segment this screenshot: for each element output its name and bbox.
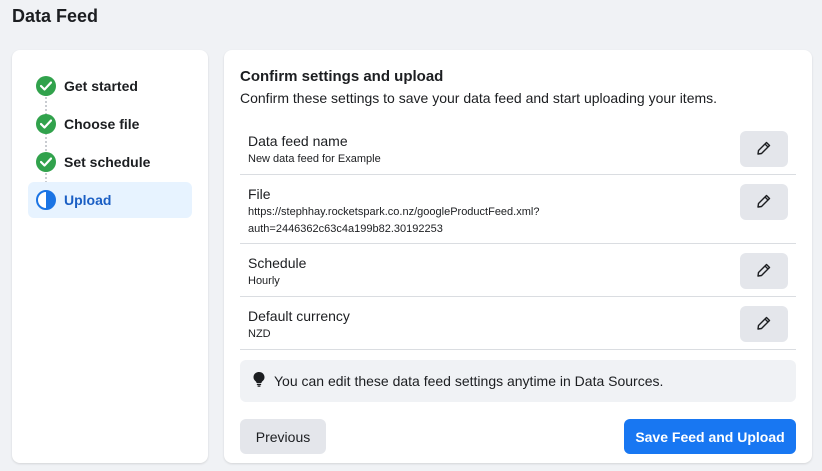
step-set-schedule[interactable]: Set schedule bbox=[28, 144, 192, 180]
lightbulb-icon bbox=[252, 371, 266, 392]
check-circle-icon bbox=[36, 152, 56, 172]
setting-label: Data feed name bbox=[248, 133, 348, 149]
info-text: You can edit these data feed settings an… bbox=[274, 373, 664, 389]
setting-row-schedule: Schedule Hourly bbox=[240, 244, 796, 297]
section-title: Confirm settings and upload bbox=[240, 68, 444, 85]
step-choose-file[interactable]: Choose file bbox=[28, 106, 192, 142]
setting-value: New data feed for Example bbox=[248, 153, 381, 165]
settings-list: Data feed name New data feed for Example… bbox=[240, 122, 796, 350]
stepper-panel: Get started Choose file Set schedule Upl… bbox=[12, 50, 208, 463]
pencil-icon bbox=[756, 262, 772, 281]
edit-schedule-button[interactable] bbox=[740, 253, 788, 289]
step-label: Get started bbox=[64, 78, 138, 94]
half-circle-icon bbox=[36, 190, 56, 210]
setting-value-line: https://stephhay.rocketspark.co.nz/googl… bbox=[248, 206, 540, 218]
setting-row-feed-name: Data feed name New data feed for Example bbox=[240, 122, 796, 175]
save-feed-button[interactable]: Save Feed and Upload bbox=[624, 419, 796, 454]
stepper: Get started Choose file Set schedule Upl… bbox=[28, 68, 192, 220]
previous-button[interactable]: Previous bbox=[240, 419, 326, 454]
step-label: Set schedule bbox=[64, 154, 151, 170]
edit-feed-name-button[interactable] bbox=[740, 131, 788, 167]
edit-currency-button[interactable] bbox=[740, 306, 788, 342]
step-upload[interactable]: Upload bbox=[28, 182, 192, 218]
info-banner: You can edit these data feed settings an… bbox=[240, 360, 796, 402]
page-title: Data Feed bbox=[12, 6, 99, 26]
pencil-icon bbox=[756, 315, 772, 334]
section-subtitle: Confirm these settings to save your data… bbox=[240, 90, 718, 106]
setting-value-line: auth=2446362c63c4a199b82.30192253 bbox=[248, 223, 443, 235]
confirm-panel: Confirm settings and upload Confirm thes… bbox=[224, 50, 812, 463]
setting-row-file: File https://stephhay.rocketspark.co.nz/… bbox=[240, 175, 796, 244]
pencil-icon bbox=[756, 140, 772, 159]
step-label: Choose file bbox=[64, 116, 140, 132]
setting-value: NZD bbox=[248, 328, 271, 340]
step-get-started[interactable]: Get started bbox=[28, 68, 192, 104]
setting-label: File bbox=[248, 186, 271, 202]
setting-label: Schedule bbox=[248, 255, 307, 271]
setting-row-currency: Default currency NZD bbox=[240, 297, 796, 350]
check-circle-icon bbox=[36, 76, 56, 96]
setting-label: Default currency bbox=[248, 308, 350, 324]
edit-file-button[interactable] bbox=[740, 184, 788, 220]
setting-value: Hourly bbox=[248, 275, 280, 287]
pencil-icon bbox=[756, 193, 772, 212]
step-label: Upload bbox=[64, 192, 112, 208]
check-circle-icon bbox=[36, 114, 56, 134]
